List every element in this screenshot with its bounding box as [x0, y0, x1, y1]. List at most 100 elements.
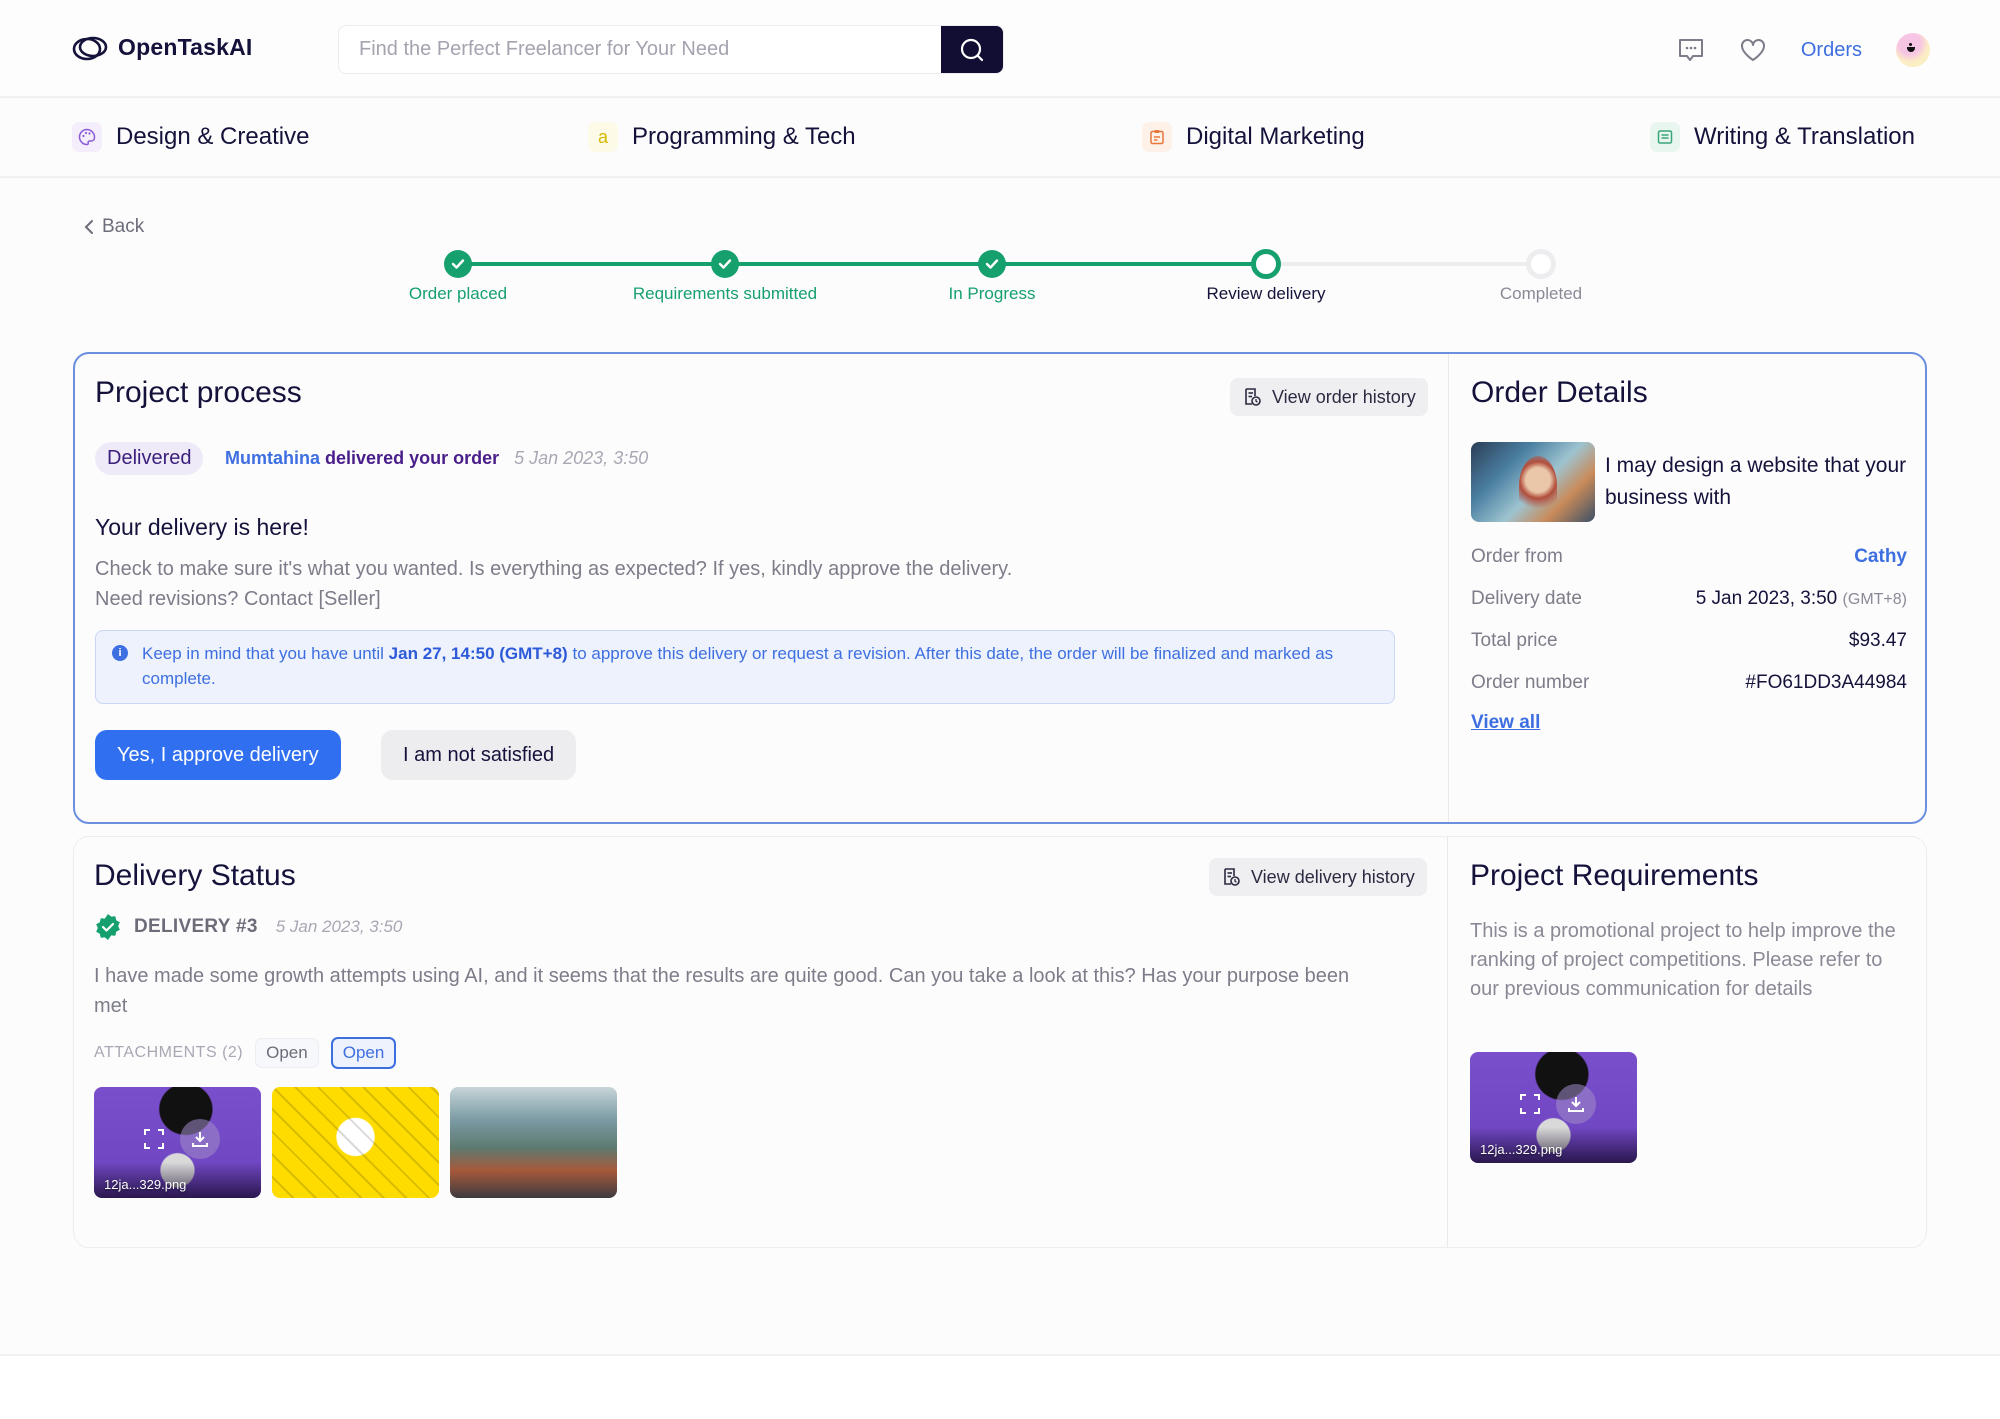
open-chip[interactable]: Open — [255, 1038, 319, 1068]
delivery-date-row: Delivery date 5 Jan 2023, 3:50 (GMT+8) — [1471, 588, 1907, 610]
view-order-history-button[interactable]: View order history — [1230, 378, 1428, 416]
avatar[interactable] — [1896, 33, 1930, 67]
order-number-row: Order number #FO61DD3A44984 — [1471, 672, 1907, 694]
project-process-title: Project process — [95, 376, 302, 409]
download-icon[interactable] — [180, 1119, 220, 1159]
order-number-key: Order number — [1471, 672, 1590, 693]
panel-divider — [1448, 354, 1449, 822]
step-label: In Progress — [948, 284, 1036, 303]
back-label: Back — [102, 216, 145, 237]
gig-thumbnail[interactable] — [1471, 442, 1595, 522]
view-delivery-history-label: View delivery history — [1251, 866, 1415, 887]
requirement-attachment-thumbnail[interactable]: 12ja...329.png — [1470, 1052, 1637, 1163]
search-bar — [338, 25, 1004, 74]
total-price-row: Total price $93.47 — [1471, 630, 1907, 652]
back-button[interactable]: Back — [84, 216, 144, 238]
seller-name-link[interactable]: Mumtahina — [225, 448, 320, 468]
category-label: Design & Creative — [116, 123, 310, 150]
order-number-value: #FO61DD3A44984 — [1745, 672, 1907, 693]
expand-icon[interactable] — [1516, 1090, 1544, 1118]
category-label: Writing & Translation — [1694, 123, 1915, 150]
attachment-thumbnail[interactable] — [272, 1087, 439, 1198]
deadline-info-box: i Keep in mind that you have until Jan 2… — [95, 630, 1395, 704]
chevron-left-icon — [84, 220, 93, 234]
panel-divider — [1447, 837, 1448, 1247]
project-requirements-text: This is a promotional project to help im… — [1470, 920, 1896, 1000]
step-check-icon — [978, 250, 1006, 278]
total-price-value: $93.47 — [1848, 630, 1907, 651]
category-digital-marketing[interactable]: Digital Marketing — [1142, 122, 1365, 152]
code-icon: a — [588, 122, 618, 152]
view-order-history-label: View order history — [1272, 386, 1416, 407]
delivery-status-title: Delivery Status — [94, 859, 296, 892]
not-satisfied-button[interactable]: I am not satisfied — [381, 730, 577, 780]
delivery-date-key: Delivery date — [1471, 588, 1582, 609]
message-icon[interactable] — [1677, 37, 1705, 63]
instructions-line-2: Need revisions? Contact [Seller] — [95, 588, 381, 610]
view-delivery-history-button[interactable]: View delivery history — [1209, 858, 1427, 896]
verified-badge-icon — [96, 914, 120, 940]
total-price-key: Total price — [1471, 630, 1558, 651]
top-header: OpenTaskAI Orders — [0, 0, 2000, 98]
search-button[interactable] — [941, 26, 1003, 73]
delivery-notice: Mumtahina delivered your order 5 Jan 202… — [225, 448, 648, 469]
category-label: Programming & Tech — [632, 123, 856, 150]
footer — [0, 1356, 2000, 1419]
open-chip-active[interactable]: Open — [330, 1037, 397, 1069]
attachment-filename: 12ja...329.png — [1480, 1142, 1563, 1157]
delivery-status-card: Delivery Status View delivery history DE… — [73, 836, 1927, 1248]
logo-text: OpenTaskAI — [118, 34, 253, 60]
order-from-key: Order from — [1471, 546, 1563, 567]
delivery-heading: Your delivery is here! — [95, 514, 309, 540]
project-process-card: Project process View order history Deliv… — [73, 352, 1927, 824]
order-from-row: Order from Cathy — [1471, 546, 1907, 568]
step-label: Requirements submitted — [632, 284, 818, 303]
order-progress-stepper: Order placed Requirements submitted In Pro… — [400, 246, 1600, 306]
clipboard-icon — [1142, 122, 1172, 152]
attachment-filename: 12ja...329.png — [104, 1177, 187, 1192]
order-details-title: Order Details — [1471, 376, 1648, 409]
delivery-header: DELIVERY #3 5 Jan 2023, 3:50 — [94, 913, 402, 941]
step-label: Completed — [1499, 284, 1583, 303]
step-label: Review delivery — [1206, 284, 1326, 303]
header-actions: Orders — [1677, 28, 1930, 72]
attachment-thumbnail[interactable] — [450, 1087, 617, 1198]
history-icon — [1224, 868, 1240, 886]
category-nav: Design & Creative a Programming & Tech D… — [0, 100, 2000, 178]
approve-delivery-button[interactable]: Yes, I approve delivery — [95, 730, 341, 780]
step-check-icon — [444, 250, 472, 278]
expand-icon[interactable] — [140, 1125, 168, 1153]
gig-title: I may design a website that your busines… — [1605, 454, 1907, 509]
delivered-date: 5 Jan 2023, 3:50 — [514, 448, 649, 468]
orders-link[interactable]: Orders — [1801, 39, 1862, 62]
category-programming-tech[interactable]: a Programming & Tech — [588, 122, 856, 152]
download-icon[interactable] — [1556, 1084, 1596, 1124]
step-circle-icon — [1251, 249, 1281, 279]
buyer-name-link[interactable]: Cathy — [1854, 546, 1907, 568]
palette-icon — [72, 122, 102, 152]
document-icon — [1650, 122, 1680, 152]
delivered-text: delivered your order — [325, 448, 500, 468]
info-deadline: Jan 27, 14:50 (GMT+8) — [388, 644, 568, 663]
search-input[interactable] — [339, 26, 941, 73]
history-icon — [1245, 388, 1261, 406]
delivery-number: DELIVERY #3 — [134, 916, 258, 937]
heart-icon[interactable] — [1739, 37, 1767, 63]
info-prefix: Keep in mind that you have until — [142, 644, 384, 663]
attachments-label: ATTACHMENTS (2) — [94, 1044, 244, 1061]
stepper-progress — [458, 262, 1266, 266]
status-badge: Delivered — [95, 442, 204, 475]
attachment-thumbnail[interactable]: 12ja...329.png — [94, 1087, 261, 1198]
category-design-creative[interactable]: Design & Creative — [72, 122, 309, 152]
instructions-line-1: Check to make sure it's what you wanted.… — [95, 558, 1013, 580]
search-icon — [960, 38, 984, 61]
delivery-date: 5 Jan 2023, 3:50 — [275, 917, 403, 936]
category-writing-translation[interactable]: Writing & Translation — [1650, 122, 1915, 152]
project-requirements-title: Project Requirements — [1470, 859, 1759, 892]
info-icon: i — [112, 645, 128, 661]
delivery-instructions: Check to make sure it's what you wanted.… — [95, 554, 1415, 614]
step-circle-icon — [1526, 249, 1556, 279]
logo[interactable]: OpenTaskAI — [72, 34, 253, 61]
delivery-date-value: 5 Jan 2023, 3:50 — [1695, 588, 1838, 609]
view-all-link[interactable]: View all — [1471, 712, 1540, 734]
